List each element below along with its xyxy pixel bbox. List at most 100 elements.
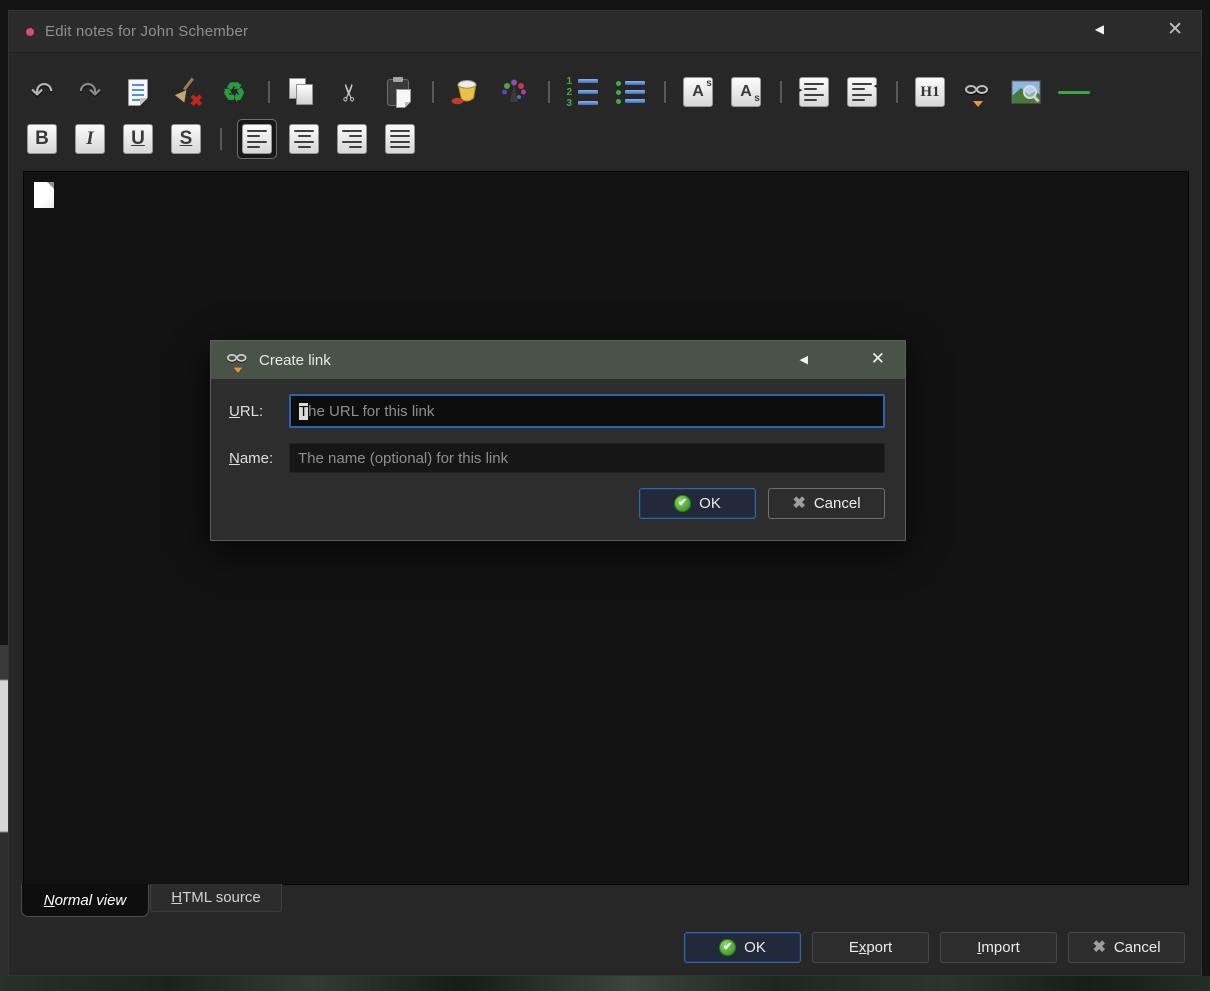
window-titlebar[interactable]: Edit notes for John Schember ◀ ✕: [9, 11, 1201, 53]
import-button[interactable]: Import: [940, 932, 1057, 963]
align-left-button-selected[interactable]: [237, 119, 277, 159]
dialog-button-row: ✔ OK ✖ Cancel: [211, 488, 885, 519]
window-close-icon[interactable]: ✕: [1167, 18, 1183, 41]
horizontal-rule-button[interactable]: [1057, 75, 1091, 109]
dialog-menu-arrow-icon[interactable]: ◀: [800, 353, 808, 366]
background-window-edge: [0, 645, 8, 976]
indent-icon: ▸: [797, 77, 829, 107]
name-input[interactable]: The name (optional) for this link: [289, 443, 885, 473]
copy-icon: [289, 78, 315, 106]
insert-image-button[interactable]: [1009, 75, 1043, 109]
footer-button-row: ✔ OK Export Import ✖ Cancel: [684, 932, 1185, 963]
undo-button[interactable]: ↶: [25, 75, 59, 109]
cut-button[interactable]: ✂: [333, 75, 367, 109]
insert-link-button[interactable]: [961, 75, 995, 109]
tab-normal-view[interactable]: Normal view: [21, 884, 149, 917]
redo-button[interactable]: ↷: [73, 75, 107, 109]
url-input[interactable]: The URL for this link: [289, 394, 885, 428]
bold-button[interactable]: B: [25, 122, 59, 156]
unordered-list-button[interactable]: [613, 75, 647, 109]
paint-bucket-icon: [451, 80, 477, 105]
strikethrough-icon: S: [171, 124, 201, 154]
scissors-icon: ✂: [336, 81, 364, 103]
italic-button[interactable]: I: [73, 122, 107, 156]
toolbar-separator: [780, 81, 782, 103]
smarten-punctuation-button[interactable]: ♻: [217, 75, 251, 109]
strikethrough-button[interactable]: S: [169, 122, 203, 156]
underline-button[interactable]: U: [121, 122, 155, 156]
italic-icon: I: [75, 124, 105, 154]
align-justify-button[interactable]: [383, 122, 417, 156]
ok-check-icon: ✔: [674, 495, 692, 512]
redo-icon: ↷: [78, 76, 102, 107]
url-field-row: URL: The URL for this link: [229, 394, 885, 428]
dialog-ok-label: OK: [699, 495, 721, 512]
create-link-dialog: Create link ◀ ✕ URL: The URL for this li…: [210, 340, 906, 541]
ok-button[interactable]: ✔ OK: [684, 932, 801, 963]
notes-app-icon: [26, 27, 34, 36]
cancel-x-icon: ✖: [792, 494, 806, 512]
dialog-ok-button[interactable]: ✔ OK: [639, 488, 756, 519]
link-icon: [226, 354, 249, 373]
editor-toolbar: ↶ ↷ ✖ ♻ ✂ 1 2 3 A s ▲ A s ▼ ▸ ◂ H1 B I U…: [25, 59, 1193, 160]
dialog-cancel-button[interactable]: ✖ Cancel: [768, 488, 885, 519]
align-right-button[interactable]: [335, 122, 369, 156]
align-left-icon: [242, 124, 272, 154]
embedded-document-icon[interactable]: [34, 182, 54, 208]
name-placeholder: The name (optional) for this link: [298, 449, 509, 467]
toolbar-separator: [220, 128, 222, 150]
tab-label: Normal view: [43, 892, 127, 909]
dialog-titlebar[interactable]: Create link ◀ ✕: [211, 341, 905, 379]
ordered-list-icon: 1 2 3: [567, 76, 598, 108]
export-label: Export: [848, 939, 893, 956]
view-tabs: Normal view HTML source: [21, 884, 282, 917]
toolbar-separator: [664, 81, 666, 103]
align-center-icon: [289, 124, 319, 154]
color-swatch-tree-icon: [502, 79, 526, 102]
ordered-list-button[interactable]: 1 2 3: [565, 75, 599, 109]
screen: Edit notes for John Schember ◀ ✕ ↶ ↷ ✖ ♻: [0, 0, 1210, 991]
paste-button[interactable]: [381, 75, 415, 109]
align-justify-icon: [385, 124, 415, 154]
subscript-button[interactable]: As ▼: [729, 75, 768, 109]
background-color-button[interactable]: [449, 75, 483, 109]
window-menu-arrow-icon[interactable]: ◀: [1095, 22, 1104, 36]
tab-html-source[interactable]: HTML source: [150, 884, 282, 912]
desktop-wallpaper-strip: [0, 976, 1210, 991]
remove-formatting-icon: ✖: [171, 77, 203, 110]
image-icon: [1011, 80, 1041, 104]
align-right-icon: [337, 124, 367, 154]
remove-formatting-button[interactable]: ✖: [169, 75, 203, 110]
recycle-icon: ♻: [222, 76, 246, 107]
subscript-icon: As ▼: [731, 77, 768, 107]
name-label: Name:: [229, 449, 274, 467]
toolbar-separator: [432, 81, 434, 103]
select-all-button[interactable]: [121, 75, 155, 109]
dialog-title: Create link: [259, 351, 331, 369]
import-label: Import: [977, 939, 1020, 956]
align-center-button[interactable]: [287, 122, 321, 156]
indent-button[interactable]: ▸: [797, 75, 831, 109]
foreground-color-button[interactable]: [497, 75, 531, 109]
ok-label: OK: [744, 939, 766, 956]
outdent-button[interactable]: ◂: [845, 75, 879, 109]
export-button[interactable]: Export: [812, 932, 929, 963]
name-field-row: Name: The name (optional) for this link: [229, 443, 885, 473]
url-placeholder: The URL for this link: [299, 402, 435, 420]
cancel-button[interactable]: ✖ Cancel: [1068, 932, 1185, 963]
unordered-list-icon: [615, 80, 645, 104]
tab-label: HTML source: [171, 889, 261, 906]
superscript-button[interactable]: As ▲: [681, 75, 720, 109]
toolbar-row-1: ↶ ↷ ✖ ♻ ✂ 1 2 3 A s ▲ A s ▼ ▸ ◂ H1: [25, 69, 1193, 115]
toolbar-separator: [268, 81, 270, 103]
paste-icon: [387, 76, 411, 108]
dialog-close-icon[interactable]: ✕: [871, 349, 885, 369]
cancel-x-icon: ✖: [1092, 938, 1106, 956]
bold-icon: B: [27, 124, 57, 154]
superscript-icon: As ▲: [683, 77, 720, 107]
heading-style-button[interactable]: H1: [913, 75, 947, 109]
toolbar-separator: [548, 81, 550, 103]
cancel-label: Cancel: [1113, 939, 1161, 956]
undo-icon: ↶: [30, 76, 54, 107]
copy-button[interactable]: [285, 75, 319, 109]
